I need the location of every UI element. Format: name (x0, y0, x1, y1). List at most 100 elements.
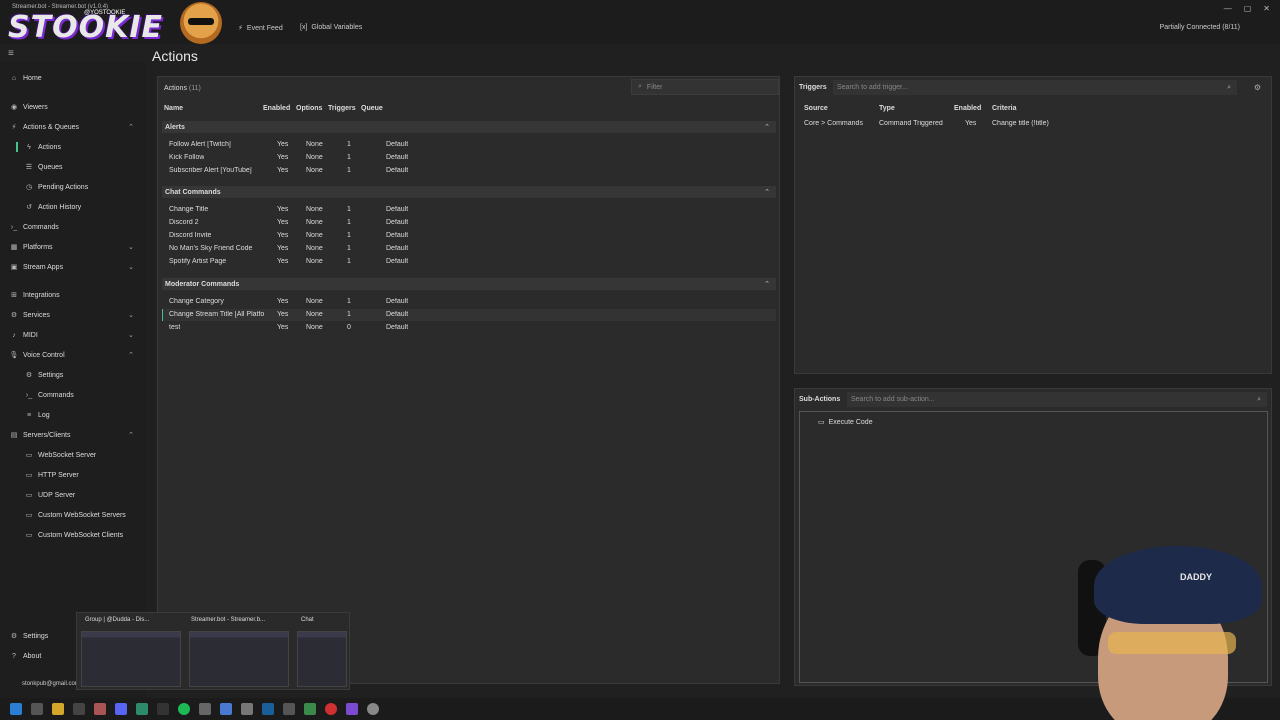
terminal-icon: ›_ (10, 223, 18, 231)
sidebar-item-pending-actions[interactable]: ◷ Pending Actions (0, 179, 146, 195)
subaction-item[interactable]: ▭ Execute Code (818, 418, 873, 427)
app-icon[interactable] (346, 703, 358, 715)
group-header-chat-commands[interactable]: Chat Commands ⌃ (162, 186, 776, 198)
spotify-icon[interactable] (178, 703, 190, 715)
sidebar-item-queues[interactable]: ☰ Queues (0, 159, 146, 175)
table-row[interactable]: Follow Alert [Twitch] Yes None 1 Default (162, 139, 776, 151)
sidebar-item-voice-settings[interactable]: ⚙ Settings (0, 367, 146, 383)
column-header[interactable]: Name (164, 105, 183, 112)
thumb-streamerbot[interactable]: Streamer.bot - Streamer.b... (191, 617, 265, 623)
table-row[interactable]: test Yes None 0 Default (162, 322, 776, 334)
sidebar-item-servers-clients[interactable]: ▤ Servers/Clients ⌃ (0, 427, 146, 443)
table-row[interactable]: Kick Follow Yes None 1 Default (162, 152, 776, 164)
app-icon: ▣ (10, 264, 18, 271)
browser-icon[interactable] (136, 703, 148, 715)
app-icon[interactable] (283, 703, 295, 715)
connection-status[interactable]: Partially Connected (8/11) (1160, 24, 1240, 31)
steam-icon[interactable] (262, 703, 274, 715)
sidebar-item-voice-commands[interactable]: ›_ Commands (0, 387, 146, 403)
sidebar-item-viewers[interactable]: ◉ Viewers (0, 99, 146, 115)
sidebar-item-http-server[interactable]: ▭ HTTP Server (0, 467, 146, 483)
app-icon[interactable] (304, 703, 316, 715)
thumbnail-image[interactable] (189, 631, 289, 687)
maximize-icon[interactable]: ▢ (1244, 4, 1252, 13)
group-header-alerts[interactable]: Alerts ⌃ (162, 121, 776, 133)
start-icon[interactable] (10, 703, 22, 715)
table-row[interactable]: Change Title Yes None 1 Default (162, 204, 776, 216)
sidebar-item-custom-websocket-servers[interactable]: ▭ Custom WebSocket Servers (0, 507, 146, 523)
sidebar-item-udp-server[interactable]: ▭ UDP Server (0, 487, 146, 503)
column-header[interactable]: Type (879, 105, 895, 112)
sidebar-item-midi[interactable]: ♪ MIDI ⌄ (0, 327, 146, 343)
global-variables-link[interactable]: [x] Global Variables (300, 24, 362, 31)
sidebar-item-voice-control[interactable]: 🎙 Voice Control ⌃ (0, 347, 146, 363)
table-row[interactable]: Core > Commands Command Triggered Yes Ch… (795, 118, 1280, 130)
table-row[interactable]: Discord Invite Yes None 1 Default (162, 230, 776, 242)
group-header-moderator-commands[interactable]: Moderator Commands ⌃ (162, 278, 776, 290)
server-icon: ▭ (25, 492, 33, 499)
thumb-discord[interactable]: Group | @Dudda - Dis... (85, 617, 149, 623)
event-feed-link[interactable]: ⚡ Event Feed (238, 24, 283, 33)
sidebar-item-custom-websocket-clients[interactable]: ▭ Custom WebSocket Clients (0, 527, 146, 543)
column-header[interactable]: Triggers (328, 105, 356, 112)
column-header[interactable]: Options (296, 105, 322, 112)
thumbnail-image[interactable] (297, 631, 347, 687)
taskview-icon[interactable] (31, 703, 43, 715)
close-icon[interactable]: ✕ (1263, 4, 1270, 13)
app-icon[interactable] (157, 703, 169, 715)
sidebar-item-services[interactable]: ⚙ Services ⌄ (0, 307, 146, 323)
sidebar-item-home[interactable]: ⌂ Home (0, 70, 146, 86)
table-row[interactable]: Discord 2 Yes None 1 Default (162, 217, 776, 229)
sidebar-item-websocket-server[interactable]: ▭ WebSocket Server (0, 447, 146, 463)
column-header[interactable]: Enabled (263, 105, 290, 112)
triggers-table-header: Source Type Enabled Criteria (795, 105, 1271, 117)
table-row[interactable]: Spotify Artist Page Yes None 1 Default (162, 256, 776, 268)
sidebar-item-voice-log[interactable]: ≡ Log (0, 407, 146, 423)
settings-icon[interactable] (241, 703, 253, 715)
bolt-icon: ⚡ (11, 124, 17, 131)
chevron-up-icon[interactable]: ⌃ (764, 280, 770, 288)
table-row-selected[interactable]: Change Stream Title [All Platfo Yes None 1 D… (162, 309, 776, 321)
trigger-search-input[interactable]: Search to add trigger... ⌕ (833, 80, 1237, 95)
actions-table-header: Name Enabled Options Triggers Queue (158, 105, 779, 117)
chevron-up-icon: ⌃ (128, 124, 134, 131)
sidebar-item-actions[interactable]: ϟ Actions (0, 139, 146, 155)
minimize-icon[interactable]: — (1224, 4, 1232, 13)
search-icon: ⌕ (1227, 83, 1231, 91)
sidebar-item-integrations[interactable]: ⊞ Integrations (0, 287, 146, 303)
chevron-up-icon[interactable]: ⌃ (764, 123, 770, 131)
gear-icon: ⚙ (10, 633, 18, 640)
sidebar: ⌂ Home ◉ Viewers ⚡ Actions & Queues ⌃ ϟ Actio… (0, 62, 146, 702)
app-icon[interactable] (220, 703, 232, 715)
discord-icon[interactable] (115, 703, 127, 715)
thumb-chat[interactable]: Chat (301, 617, 314, 623)
thumbnail-image[interactable] (81, 631, 181, 687)
table-row[interactable]: Subscriber Alert [YouTube] Yes None 1 Defaul… (162, 165, 776, 177)
sidebar-item-commands[interactable]: ›_ Commands (0, 219, 146, 235)
gear-icon[interactable]: ⚙ (1254, 83, 1261, 92)
obs-icon[interactable] (325, 703, 337, 715)
subaction-search-input[interactable]: Search to add sub-action... ⌕ (847, 392, 1267, 407)
chevron-up-icon[interactable]: ⌃ (764, 188, 770, 196)
bolt-icon: ϟ (27, 143, 31, 151)
column-header[interactable]: Enabled (954, 105, 981, 112)
column-header[interactable]: Source (804, 105, 828, 112)
sidebar-item-stream-apps[interactable]: ▣ Stream Apps ⌄ (0, 259, 146, 275)
filter-input[interactable]: ⌕ Filter (631, 79, 779, 95)
streamerbot-icon[interactable] (199, 703, 211, 715)
app-icon[interactable] (367, 703, 379, 715)
sidebar-item-actions-queues[interactable]: ⚡ Actions & Queues ⌃ (0, 119, 146, 135)
app-icon[interactable] (73, 703, 85, 715)
app-icon[interactable] (94, 703, 106, 715)
plug-icon: ⊞ (11, 292, 17, 299)
column-header[interactable]: Queue (361, 105, 383, 112)
folder-icon[interactable] (52, 703, 64, 715)
sidebar-item-platforms[interactable]: ▦ Platforms ⌄ (0, 239, 146, 255)
table-row[interactable]: Change Category Yes None 1 Default (162, 296, 776, 308)
column-header[interactable]: Criteria (992, 105, 1017, 112)
info-icon: ? (12, 652, 16, 660)
table-row[interactable]: No Man's Sky Friend Code Yes None 1 Default (162, 243, 776, 255)
sidebar-item-action-history[interactable]: ↺ Action History (0, 199, 146, 215)
triggers-title: Triggers (799, 84, 827, 91)
hamburger-menu-icon[interactable]: ≡ (8, 48, 14, 59)
